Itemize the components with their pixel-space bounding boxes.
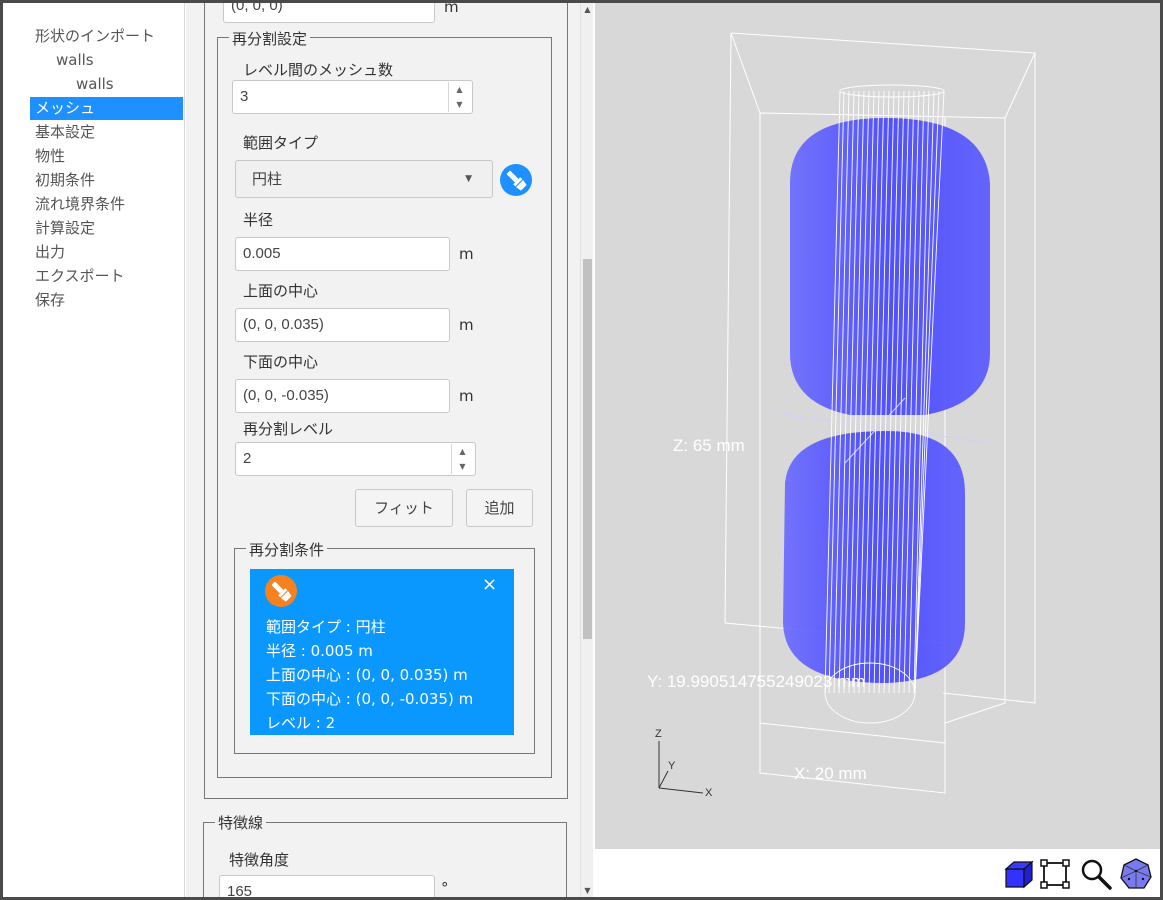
feature-angle-unit: ° <box>441 879 449 897</box>
chevron-up-icon[interactable]: ▲ <box>452 444 473 459</box>
refinement-level-label: 再分割レベル <box>243 420 334 438</box>
dimension-z-label: Z: 65 mm <box>673 436 745 455</box>
viewport-toolbar <box>595 849 1160 897</box>
region-type-value: 円柱 <box>252 170 283 188</box>
radius-label: 半径 <box>243 211 274 229</box>
bottom-center-label: 下面の中心 <box>243 353 319 371</box>
add-button[interactable]: 追加 <box>466 489 533 527</box>
panel-scrollbar[interactable]: ▲ ▼ <box>580 3 593 897</box>
scroll-up-icon[interactable]: ▲ <box>581 3 594 16</box>
dimension-y-label: Y: 19.990514755249023 mm <box>647 672 865 691</box>
top-center-field[interactable]: (0, 0, 0.035) <box>235 308 450 342</box>
axis-triad: Z Y X <box>655 728 713 799</box>
scroll-down-icon[interactable]: ▼ <box>581 884 594 897</box>
region-type-label: 範囲タイプ <box>243 134 319 152</box>
chevron-down-icon[interactable]: ▼ <box>452 459 473 474</box>
card-bottom-center: 下面の中心 : (0, 0, -0.035) m <box>266 690 474 708</box>
3d-viewport[interactable]: Z: 65 mm Y: 19.990514755249023 mm X: 20 … <box>595 3 1160 849</box>
fit-button[interactable]: フィット <box>355 489 453 527</box>
sidebar-item-properties[interactable]: 物性 <box>30 145 183 168</box>
lower-body <box>783 431 965 683</box>
refinement-settings-legend: 再分割設定 <box>229 30 311 48</box>
app-window: 形状のインポート walls walls メッシュ 基本設定 物性 初期条件 流… <box>3 3 1160 897</box>
top-center-label: 上面の中心 <box>243 282 319 300</box>
mesh-between-levels-field[interactable]: 3 <box>232 80 473 114</box>
feature-angle-field[interactable]: 165 <box>219 875 435 897</box>
geometry-canvas[interactable]: Z: 65 mm Y: 19.990514755249023 mm X: 20 … <box>595 3 1160 849</box>
mesh-between-levels-stepper[interactable]: ▲ ▼ <box>448 82 470 112</box>
feature-angle-label: 特徴角度 <box>229 851 290 869</box>
settings-panel: (0, 0, 0) m 再分割設定 レベル間のメッシュ数 3 ▲ ▼ 範囲タイプ … <box>186 3 580 897</box>
refinement-condition-card[interactable]: × 範囲タイプ : 円柱 半径 : 0.005 m 上面の中心 : (0, 0,… <box>250 569 514 735</box>
brush-icon <box>271 581 292 602</box>
top-origin-unit: m <box>444 3 459 16</box>
sidebar-item-initial-conditions[interactable]: 初期条件 <box>30 169 183 192</box>
mesh-between-levels-label: レベル間のメッシュ数 <box>243 61 394 79</box>
card-top-center: 上面の中心 : (0, 0, 0.035) m <box>266 666 468 684</box>
zoom-icon[interactable] <box>1079 857 1113 891</box>
bottom-center-unit: m <box>459 387 474 405</box>
fit-bounds-icon[interactable] <box>1038 857 1072 891</box>
close-icon[interactable]: × <box>482 575 497 595</box>
radius-unit: m <box>459 245 474 263</box>
card-brush-badge <box>265 575 297 607</box>
caret-down-icon: ▼ <box>465 174 472 184</box>
card-region-type: 範囲タイプ : 円柱 <box>266 618 386 636</box>
axis-y-label: Y <box>668 760 676 772</box>
sidebar-item-save[interactable]: 保存 <box>30 289 183 312</box>
sidebar-item-basic-settings[interactable]: 基本設定 <box>30 121 183 144</box>
dimension-x-label: X: 20 mm <box>794 764 867 783</box>
sidebar-item-import-shape[interactable]: 形状のインポート <box>30 25 183 48</box>
top-origin-field[interactable]: (0, 0, 0) <box>223 3 435 23</box>
region-type-select[interactable]: 円柱 ▼ <box>235 160 493 198</box>
refinement-level-stepper[interactable]: ▲ ▼ <box>451 444 473 474</box>
region-brush-button[interactable] <box>500 164 532 196</box>
sidebar-item-calc-settings[interactable]: 計算設定 <box>30 217 183 240</box>
sidebar-item-walls-sub[interactable]: walls <box>30 73 183 96</box>
axis-z-label: Z <box>655 728 662 740</box>
sidebar-item-flow-boundary[interactable]: 流れ境界条件 <box>30 193 183 216</box>
isometric-view-icon[interactable] <box>1119 857 1153 891</box>
axis-x-label: X <box>705 787 713 799</box>
feature-lines-legend: 特徴線 <box>215 814 267 832</box>
scroll-thumb[interactable] <box>583 259 592 639</box>
card-radius: 半径 : 0.005 m <box>266 642 373 660</box>
sidebar-nav: 形状のインポート walls walls メッシュ 基本設定 物性 初期条件 流… <box>3 3 185 897</box>
refinement-level-field[interactable]: 2 <box>235 442 476 476</box>
chevron-up-icon[interactable]: ▲ <box>449 82 470 97</box>
sidebar-item-walls[interactable]: walls <box>30 49 183 72</box>
sidebar-item-output[interactable]: 出力 <box>30 241 183 264</box>
brush-icon <box>506 170 527 191</box>
card-level: レベル : 2 <box>266 714 336 732</box>
view-cube-icon[interactable] <box>1000 857 1034 891</box>
radius-field[interactable]: 0.005 <box>235 237 450 271</box>
bottom-center-field[interactable]: (0, 0, -0.035) <box>235 379 450 413</box>
chevron-down-icon[interactable]: ▼ <box>449 97 470 112</box>
sidebar-item-mesh[interactable]: メッシュ <box>30 97 183 120</box>
top-center-unit: m <box>459 316 474 334</box>
refinement-conditions-legend: 再分割条件 <box>246 541 328 559</box>
sidebar-item-export[interactable]: エクスポート <box>30 265 183 288</box>
